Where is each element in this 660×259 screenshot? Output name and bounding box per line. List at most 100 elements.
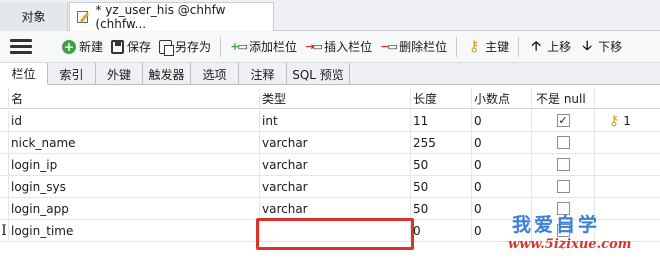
- insert-field-icon: → ▭: [305, 40, 323, 53]
- not-null-checkbox[interactable]: ✓: [556, 114, 570, 127]
- tab-indexes-label: 索引: [59, 67, 84, 82]
- tab-comment[interactable]: 注释: [239, 63, 287, 85]
- save-icon: [111, 39, 125, 54]
- key-cell: [595, 132, 660, 153]
- field-name-cell[interactable]: login_ip: [9, 154, 260, 175]
- header-name[interactable]: 名: [9, 88, 260, 108]
- table-row[interactable]: login_ip varchar 50 0: [0, 154, 660, 176]
- field-decimals-cell[interactable]: 0: [472, 176, 532, 197]
- row-marker: I: [0, 220, 9, 241]
- field-name-cell[interactable]: login_time: [9, 220, 260, 241]
- field-name-cell[interactable]: login_sys: [9, 176, 260, 197]
- field-length-cell[interactable]: 11: [411, 110, 472, 131]
- tab-options[interactable]: 选项: [191, 63, 239, 85]
- table-row[interactable]: login_app varchar 50 0: [0, 198, 660, 220]
- tab-foreign-keys[interactable]: 外键: [96, 63, 143, 85]
- save-as-button-label: 另存为: [175, 40, 212, 54]
- new-button-label: 新建: [79, 40, 104, 54]
- toolbar: + 新建 保存 另存为 + ▭ 添加栏位 → ▭ 插入栏位 − ▭ 删除栏位 ⚷ 主键…: [0, 31, 660, 63]
- field-type-cell[interactable]: int: [260, 110, 411, 131]
- field-decimals-cell[interactable]: 0: [472, 154, 532, 175]
- not-null-checkbox[interactable]: [556, 158, 570, 171]
- row-marker: [0, 132, 9, 153]
- row-marker: [0, 154, 9, 175]
- not-null-checkbox[interactable]: [556, 180, 570, 193]
- not-null-cell: [532, 176, 595, 197]
- field-name-cell[interactable]: login_app: [9, 198, 260, 219]
- tab-indexes[interactable]: 索引: [48, 63, 96, 85]
- table-row[interactable]: nick_name varchar 255 0: [0, 132, 660, 154]
- field-type-cell[interactable]: date: [260, 220, 411, 241]
- toolbar-separator: [518, 36, 520, 57]
- row-marker: [0, 110, 9, 131]
- tab-table-design-label: * yz_user_his @chhfw (chhfw...: [95, 3, 226, 31]
- field-length-cell[interactable]: 50: [411, 198, 472, 219]
- field-length-cell[interactable]: 255: [411, 132, 472, 153]
- not-null-checkbox[interactable]: [556, 136, 570, 149]
- row-marker: [0, 176, 9, 197]
- fields-grid: 名 类型 长度 小数点 不是 null id int 11 0 ✓ ⚷ 1 nic…: [0, 88, 660, 259]
- field-type-cell[interactable]: varchar: [260, 154, 411, 175]
- add-field-button-label: 添加栏位: [249, 40, 298, 54]
- delete-field-icon: − ▭: [380, 40, 398, 53]
- add-field-button[interactable]: + ▭ 添加栏位: [226, 35, 301, 59]
- move-down-button[interactable]: 🡣 下移: [575, 35, 626, 59]
- header-length[interactable]: 长度: [411, 88, 472, 108]
- tab-table-design[interactable]: * yz_user_his @chhfw (chhfw...: [69, 2, 274, 31]
- key-cell: [595, 198, 660, 219]
- tab-triggers[interactable]: 触发器: [143, 63, 191, 85]
- insert-field-button-label: 插入栏位: [324, 40, 373, 54]
- field-type-cell[interactable]: varchar: [260, 198, 411, 219]
- field-name-cell[interactable]: id: [9, 110, 260, 131]
- save-as-button[interactable]: 另存为: [155, 35, 215, 59]
- field-length-cell[interactable]: 50: [411, 176, 472, 197]
- field-type-cell[interactable]: varchar: [260, 176, 411, 197]
- field-decimals-cell[interactable]: 0: [472, 110, 532, 131]
- insert-field-button[interactable]: → ▭ 插入栏位: [301, 35, 376, 59]
- key-icon: ⚷: [468, 37, 480, 55]
- text-cursor-icon: I: [1, 222, 7, 239]
- plus-circle-icon: +: [62, 39, 76, 54]
- new-button[interactable]: + 新建: [58, 35, 107, 59]
- tab-sql-preview-label: SQL 预览: [292, 67, 344, 82]
- not-null-checkbox[interactable]: [556, 224, 570, 237]
- not-null-cell: [532, 220, 595, 241]
- field-decimals-cell[interactable]: 0: [472, 198, 532, 219]
- header-type[interactable]: 类型: [260, 88, 411, 108]
- tab-sql-preview[interactable]: SQL 预览: [287, 63, 350, 85]
- move-up-button[interactable]: 🡡 上移: [524, 35, 575, 59]
- key-cell: [595, 176, 660, 197]
- move-down-button-label: 下移: [598, 40, 623, 54]
- tab-fields[interactable]: 栏位: [0, 63, 48, 85]
- table-row-selected[interactable]: I login_time date 0 0: [0, 220, 660, 242]
- header-not-null[interactable]: 不是 null: [532, 88, 595, 108]
- tab-fields-label: 栏位: [11, 67, 36, 81]
- designer-tab-bar: 栏位 索引 外键 触发器 选项 注释 SQL 预览: [0, 63, 660, 85]
- not-null-cell: ✓: [532, 110, 595, 131]
- key-order: 1: [623, 113, 631, 128]
- add-field-icon: + ▭: [230, 40, 248, 53]
- not-null-checkbox[interactable]: [556, 202, 570, 215]
- key-cell: [595, 154, 660, 175]
- not-null-cell: [532, 154, 595, 175]
- save-button-label: 保存: [127, 40, 152, 54]
- field-decimals-cell[interactable]: 0: [472, 132, 532, 153]
- field-length-cell[interactable]: 0: [411, 220, 472, 241]
- primary-key-button[interactable]: ⚷ 主键: [462, 35, 513, 59]
- primary-key-button-label: 主键: [485, 40, 510, 54]
- header-decimals[interactable]: 小数点: [472, 88, 532, 108]
- header-marker: [0, 88, 9, 108]
- delete-field-button-label: 删除栏位: [399, 40, 448, 54]
- table-row[interactable]: login_sys varchar 50 0: [0, 176, 660, 198]
- field-name-cell[interactable]: nick_name: [9, 132, 260, 153]
- document-tab-bar: 对象 * yz_user_his @chhfw (chhfw...: [0, 0, 660, 31]
- delete-field-button[interactable]: − ▭ 删除栏位: [376, 35, 451, 59]
- not-null-cell: [532, 132, 595, 153]
- field-decimals-cell[interactable]: 0: [472, 220, 532, 241]
- tab-objects[interactable]: 对象: [0, 2, 68, 31]
- field-type-cell[interactable]: varchar: [260, 132, 411, 153]
- field-length-cell[interactable]: 50: [411, 154, 472, 175]
- table-row[interactable]: id int 11 0 ✓ ⚷ 1: [0, 110, 660, 132]
- menu-icon[interactable]: [10, 39, 32, 54]
- save-button[interactable]: 保存: [107, 35, 155, 59]
